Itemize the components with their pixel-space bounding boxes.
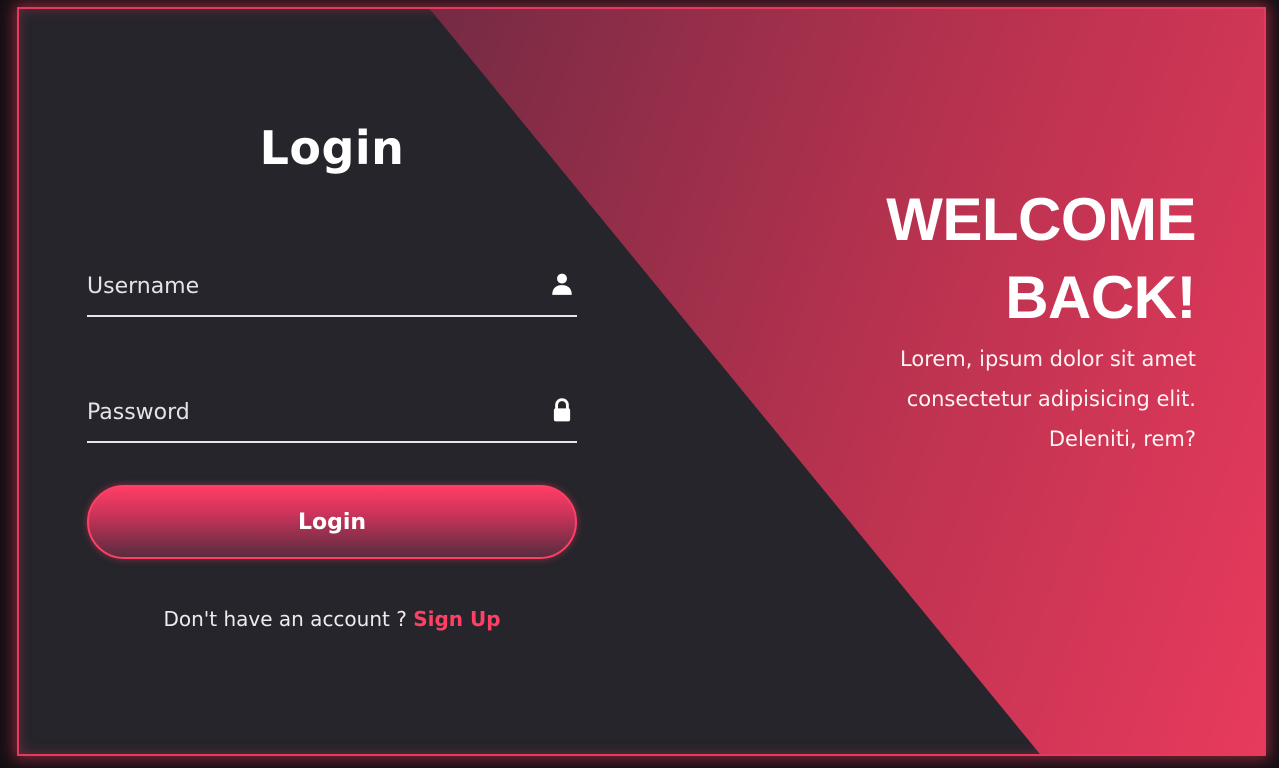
username-input[interactable] bbox=[87, 257, 577, 315]
password-input[interactable] bbox=[87, 383, 577, 441]
welcome-text: Lorem, ipsum dolor sit amet consectetur … bbox=[900, 347, 1196, 451]
user-icon bbox=[549, 271, 575, 297]
welcome-panel: WELCOME BACK! Lorem, ipsum dolor sit ame… bbox=[856, 181, 1196, 459]
no-account-text: Don't have an account ? bbox=[163, 607, 407, 631]
username-field-wrapper bbox=[87, 257, 577, 317]
signup-link[interactable]: Sign Up bbox=[413, 607, 500, 631]
welcome-heading: WELCOME BACK! bbox=[886, 186, 1196, 331]
login-form: Login Login Don't have an account ? bbox=[87, 9, 577, 754]
password-field-wrapper bbox=[87, 383, 577, 443]
login-title: Login bbox=[259, 121, 405, 175]
lock-icon bbox=[549, 397, 575, 423]
login-button[interactable]: Login bbox=[87, 485, 577, 559]
signup-prompt: Don't have an account ? Sign Up bbox=[87, 607, 577, 631]
login-card: Login Login Don't have an account ? bbox=[17, 7, 1266, 756]
